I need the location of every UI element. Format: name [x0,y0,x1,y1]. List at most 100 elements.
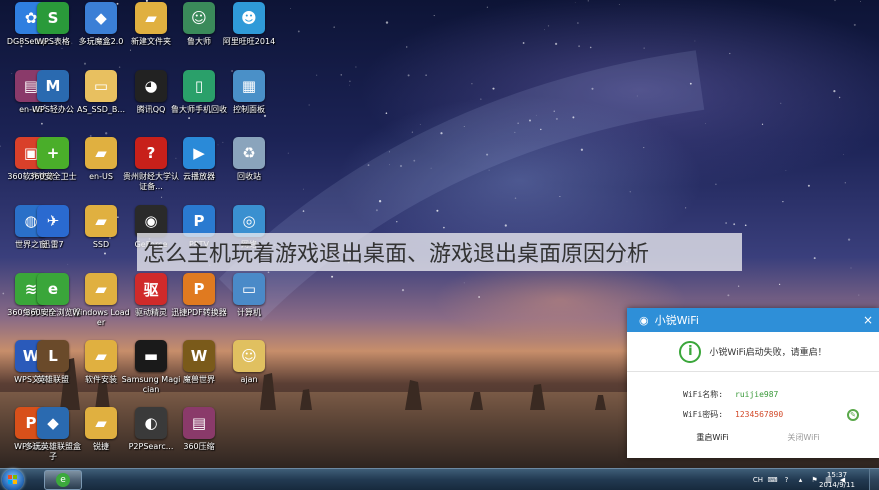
star [375,209,378,212]
wifi-name-row: WiFi名称: ruijie987 [683,384,879,404]
taskbar-app-360-browser[interactable]: e [44,470,82,490]
star [413,159,416,162]
star [689,82,692,85]
star [331,275,334,278]
star [580,148,584,151]
star [302,188,304,190]
star [729,52,731,55]
wifi-status-text: 小锐WiFi启动失败，请重启！ [709,348,827,358]
desktop-icon-label: 360压缩 [183,442,215,451]
star [367,164,370,167]
star [589,46,592,49]
computer-icon: ▭ [233,273,265,305]
star [844,182,846,184]
wifi-status-message: i 小锐WiFi启动失败，请重启！ [627,332,879,372]
desktop-icon-label: 回收站 [237,172,261,181]
star [807,184,810,187]
star [433,15,435,17]
star [486,153,489,156]
qq-icon: ◕ [135,70,167,102]
wifi-panel-header: ◉ 小锐WiFi × [627,308,879,332]
star [715,183,717,186]
language-indicator[interactable]: CH [753,476,763,484]
star [577,22,579,24]
star [488,169,490,171]
star [834,0,836,2]
star [411,131,414,133]
star [850,267,852,269]
clock[interactable]: 15:37 2014/9/11 [817,470,857,490]
info-icon: i [679,340,702,363]
clock-date: 2014/9/11 [819,481,855,489]
article-title: 怎么主机玩着游戏退出桌面、游戏退出桌面原因分析 [143,242,650,267]
close-icon[interactable]: × [863,313,873,327]
star [492,87,495,90]
tray-expand-icon[interactable]: ▴ [796,476,805,485]
help-icon[interactable]: ? [782,476,791,485]
star [725,222,727,224]
star [643,47,645,49]
star [843,153,844,155]
360-zip-icon: ▤ [183,407,215,439]
star [463,126,465,127]
star [572,116,575,119]
star [559,196,561,197]
star [574,1,576,3]
desktop-icon-label: 阿里旺旺2014 [222,37,276,46]
star [401,289,405,292]
turn-off-wifi-button[interactable]: 关闭WiFi [787,432,819,443]
start-button[interactable] [2,469,24,490]
desktop: ✿ DG8Setup... S WPS表格 ◆ 多玩魔盒2.0 ▰ 新建文件夹 ☺ 鲁大师 ☻ 阿里旺… [0,0,879,468]
star [407,74,410,77]
file-icon: ▭ [85,70,117,102]
star [308,104,310,106]
restart-wifi-button[interactable]: 重启WiFi [696,432,728,443]
star [355,66,357,68]
star [504,224,507,227]
wifi-password-value: 1234567890 [735,409,784,419]
desktop-icon[interactable]: ▭ 计算机 [218,271,280,337]
desktop-icon-label: 控制面板 [233,105,265,114]
star [436,209,439,212]
edit-icon[interactable]: ✎ [847,409,859,421]
desktop-icon[interactable]: ☺ ajan [218,338,280,404]
star [290,7,291,9]
desktop-icon[interactable]: ☻ 阿里旺旺2014 [218,0,280,66]
cloud-player-icon: ▶ [183,137,215,169]
star [440,132,443,135]
desktop-icon[interactable]: ♻ 回收站 [218,135,280,201]
star [737,285,740,287]
star [480,98,482,100]
star [540,128,542,131]
lol-box-icon: ◆ [37,407,69,439]
star [554,42,558,46]
star [727,294,730,297]
clock-time: 15:37 [826,471,848,479]
360-browser-icon: e [37,273,69,305]
star [785,170,787,171]
star [553,110,555,112]
star [340,74,342,76]
wifi-name-label: WiFi名称: [683,389,724,399]
star [705,123,706,124]
recycle-bin-icon: ♻ [233,137,265,169]
wifi-password-label: WiFi密码: [683,409,724,419]
star [287,152,289,154]
desktop-icon-label: ajan [240,375,258,384]
star [833,90,836,93]
wow-icon: W [183,340,215,372]
p2p-search-icon: ◐ [135,407,167,439]
show-desktop-button[interactable] [869,469,879,490]
wifi-actions: 重启WiFi 关闭WiFi [627,424,879,443]
star [733,223,736,226]
keyboard-icon[interactable]: ⌨ [767,476,777,485]
star [591,87,594,90]
lol-icon: L [37,340,69,372]
desktop-icon[interactable]: ▦ 控制面板 [218,68,280,134]
star [385,21,389,24]
folder-icon: ▰ [85,340,117,372]
star [396,221,398,223]
folder-icon: ▰ [135,2,167,34]
desktop-icon[interactable]: ▤ 360压缩 [168,405,230,468]
campus-auth-icon: ? [135,137,167,169]
